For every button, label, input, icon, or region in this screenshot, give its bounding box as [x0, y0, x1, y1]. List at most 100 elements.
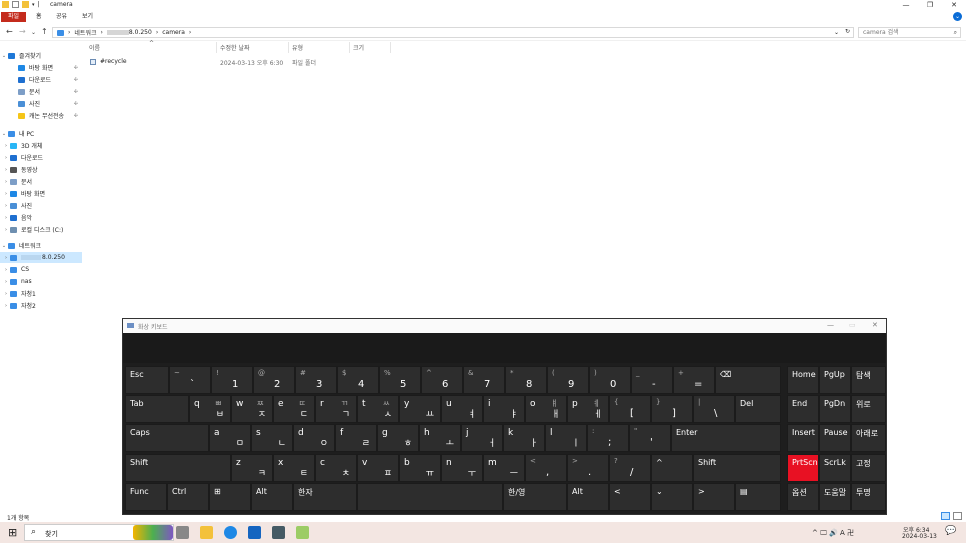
key-8[interactable]: * 8 [505, 366, 547, 394]
address-dropdown-icon[interactable]: ⌄ [834, 29, 839, 36]
edge-icon[interactable] [224, 526, 237, 539]
column-type[interactable]: 유형 [292, 43, 303, 52]
key-u[interactable]: uㅕ [441, 395, 483, 423]
key-ctrl-left[interactable]: Ctrl [167, 483, 209, 511]
key-options[interactable]: 옵션 [787, 483, 819, 511]
taskbar-search[interactable]: ⌕ 찾기 [24, 524, 174, 541]
ribbon-expand-icon[interactable]: ⌄ [953, 12, 962, 21]
key-win[interactable]: ⊞ [209, 483, 251, 511]
recent-dropdown[interactable]: ⌄ [31, 29, 36, 36]
key-end[interactable]: End [787, 395, 819, 423]
key-c[interactable]: cㅊ [315, 454, 357, 482]
expand-chevron-icon[interactable]: › [2, 215, 10, 221]
key-t[interactable]: tㅅㅆ [357, 395, 399, 423]
expand-chevron-icon[interactable]: ⌄ [0, 53, 8, 59]
sidebar-item[interactable]: › 바탕 화면 [0, 188, 82, 199]
key-esc[interactable]: Esc [125, 366, 169, 394]
file-row[interactable]: #recycle 2024-03-13 오후 6:30 파일 폴더 [86, 56, 392, 67]
sidebar-item[interactable]: 다운로드 ✢ [0, 74, 82, 85]
tray-icons[interactable]: ^ 🖵 🔊 A 卍 [812, 528, 854, 538]
tab-home[interactable]: 홈 [30, 12, 48, 22]
key-y[interactable]: yㅛ [399, 395, 441, 423]
properties-icon[interactable] [12, 1, 19, 8]
osk-minimize-button[interactable]: — [827, 321, 834, 329]
key-5[interactable]: % 5 [379, 366, 421, 394]
key-s[interactable]: sㄴ [251, 424, 293, 452]
key-menu[interactable]: ▤ [735, 483, 781, 511]
key-semicolon[interactable]: :; [587, 424, 629, 452]
key-scrlk[interactable]: ScrLk [819, 454, 851, 482]
key-n[interactable]: nㅜ [441, 454, 483, 482]
expand-chevron-icon[interactable]: › [2, 279, 10, 285]
expand-chevron-icon[interactable]: ⌄ [0, 243, 8, 249]
key-space[interactable] [357, 483, 503, 511]
key-e[interactable]: eㄷㄸ [273, 395, 315, 423]
tab-view[interactable]: 보기 [76, 12, 99, 22]
sidebar-item[interactable]: ⌄ 즐겨찾기 [0, 50, 82, 61]
key-right-arrow[interactable]: > [693, 483, 735, 511]
key-nav[interactable]: 탐색 [851, 366, 886, 394]
key-f[interactable]: fㄹ [335, 424, 377, 452]
breadcrumb-host[interactable]: 8.0.250 [129, 29, 152, 36]
key-left-arrow[interactable]: < [609, 483, 651, 511]
forward-button[interactable]: → [19, 27, 26, 36]
sidebar-item[interactable]: ⌄ 네트워크 [0, 240, 82, 251]
key-z[interactable]: zㅋ [231, 454, 273, 482]
key-6[interactable]: ^ 6 [421, 366, 463, 394]
key-fix[interactable]: 고정 [851, 454, 886, 482]
key-r[interactable]: rㄱㄲ [315, 395, 357, 423]
key-2[interactable]: @2 [253, 366, 295, 394]
key-q[interactable]: qㅂㅃ [189, 395, 231, 423]
sidebar-item[interactable]: › 자청2 [0, 300, 82, 311]
task-view-icon[interactable] [176, 526, 189, 539]
key-home[interactable]: Home [787, 366, 819, 394]
sidebar-item[interactable]: 문서 ✢ [0, 86, 82, 97]
expand-chevron-icon[interactable]: › [2, 303, 10, 309]
key-lbracket[interactable]: {[ [609, 395, 651, 423]
address-bar[interactable]: › 네트워크 › 8.0.250 › camera › ⌄ ↻ [52, 27, 854, 38]
key-m[interactable]: mㅡ [483, 454, 525, 482]
key-o[interactable]: oㅐㅒ [525, 395, 567, 423]
notification-icon[interactable]: 💬 [945, 526, 956, 536]
up-button[interactable]: ↑ [41, 27, 48, 36]
sidebar-item[interactable]: › 3D 개체 [0, 140, 82, 151]
key-up-arrow[interactable]: ^ [651, 454, 693, 482]
key-help[interactable]: 도움말 [819, 483, 851, 511]
key-comma[interactable]: <, [525, 454, 567, 482]
key-7[interactable]: & 7 [463, 366, 505, 394]
network-app-icon[interactable] [248, 526, 261, 539]
new-folder-icon[interactable] [22, 1, 29, 8]
expand-chevron-icon[interactable]: › [2, 191, 10, 197]
key-4[interactable]: $4 [337, 366, 379, 394]
key-minus[interactable]: _ - [631, 366, 673, 394]
key-v[interactable]: vㅍ [357, 454, 399, 482]
expand-chevron-icon[interactable]: › [2, 291, 10, 297]
key-alt-left[interactable]: Alt [251, 483, 293, 511]
key-quote[interactable]: " ' [629, 424, 671, 452]
clock-date[interactable]: 2024-03-13 [902, 533, 937, 540]
expand-chevron-icon[interactable]: › [2, 167, 10, 173]
minimize-button[interactable]: — [894, 0, 918, 11]
key-i[interactable]: iㅑ [483, 395, 525, 423]
key-0[interactable]: ) 0 [589, 366, 631, 394]
refresh-icon[interactable]: ↻ [845, 28, 850, 35]
key-prtscn[interactable]: PrtScn [787, 454, 819, 482]
restore-button[interactable]: ❐ [918, 0, 942, 11]
key-1[interactable]: ! 1 [211, 366, 253, 394]
key-k[interactable]: kㅏ [503, 424, 545, 452]
sidebar-item[interactable]: 캐논 무선전송 ✢ [0, 110, 82, 121]
sidebar-item[interactable]: › 음악 [0, 212, 82, 223]
key-pause[interactable]: Pause [819, 424, 851, 452]
customize-chevron-icon[interactable]: ▾ [32, 2, 35, 8]
expand-chevron-icon[interactable]: › [2, 179, 10, 185]
key-backtick[interactable]: ~ ` [169, 366, 211, 394]
sidebar-item[interactable]: › 다운로드 [0, 152, 82, 163]
key-b[interactable]: bㅠ [399, 454, 441, 482]
expand-chevron-icon[interactable]: › [2, 255, 10, 261]
sidebar-item[interactable]: 사진 ✢ [0, 98, 82, 109]
details-view-icon[interactable] [941, 512, 950, 520]
key-down-arrow[interactable]: ⌄ [651, 483, 693, 511]
key-up[interactable]: 위로 [851, 395, 886, 423]
start-button[interactable]: ⊞ [8, 526, 17, 539]
expand-chevron-icon[interactable]: › [2, 155, 10, 161]
